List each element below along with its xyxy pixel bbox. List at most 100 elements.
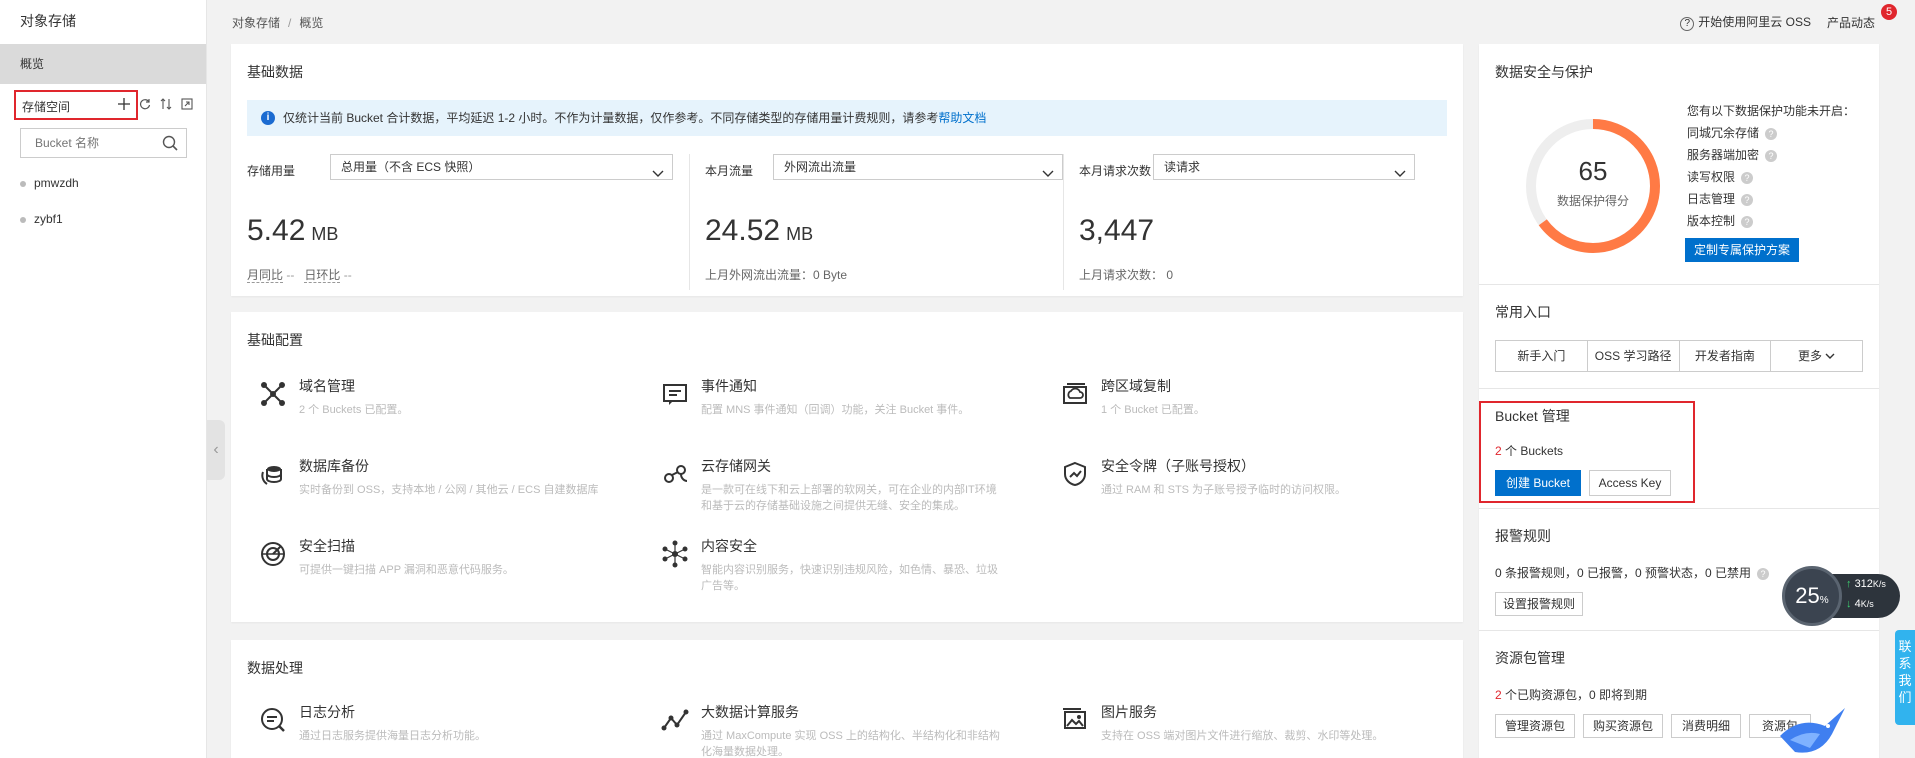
bucket-list-item[interactable]: pmwzdh xyxy=(20,176,79,190)
tab-learning-path[interactable]: OSS 学习路径 xyxy=(1588,341,1680,371)
bird-mascot-icon[interactable] xyxy=(1770,696,1850,758)
data-processing-card: 数据处理 日志分析 通过日志服务提供海量日志分析功能。 大数据计算服务 通过 M… xyxy=(231,640,1463,758)
protection-item[interactable]: 日志管理? xyxy=(1687,188,1855,210)
breadcrumb-current: 概览 xyxy=(299,16,324,30)
common-entry-title: 常用入口 xyxy=(1495,304,1551,320)
stat-value: 24.52 MB xyxy=(705,214,814,247)
help-doc-link[interactable]: 帮助文档 xyxy=(938,111,986,125)
shield-icon xyxy=(1064,461,1086,487)
bucket-toolbar xyxy=(116,96,195,112)
bucket-search-input[interactable] xyxy=(21,129,151,157)
data-processing-title: 数据处理 xyxy=(247,660,303,676)
feature-cross-region-replication[interactable]: 跨区域复制 1 个 Bucket 已配置。 xyxy=(1061,376,1401,436)
molecule-icon xyxy=(662,540,688,568)
protection-item[interactable]: 服务器端加密? xyxy=(1687,144,1855,166)
collapse-sidebar-handle[interactable]: ‹ xyxy=(207,420,225,480)
topbar-actions: ? 开始使用阿里云 OSS 产品动态 xyxy=(1680,13,1875,31)
help-icon: ? xyxy=(1765,127,1778,140)
log-search-icon xyxy=(261,708,285,732)
bucket-management-section: Bucket 管理 2 个 Buckets 创建 Bucket Access K… xyxy=(1479,388,1879,506)
manage-package-button[interactable]: 管理资源包 xyxy=(1495,714,1575,738)
stat-last-month: 上月请求次数： 0 xyxy=(1079,268,1174,282)
access-key-button[interactable]: Access Key xyxy=(1589,470,1671,496)
feature-event-notification[interactable]: 事件通知 配置 MNS 事件通知（回调）功能，关注 Bucket 事件。 xyxy=(661,376,1001,436)
bullet-icon xyxy=(20,216,26,223)
stat-storage: 存储用量 总用量（不含 ECS 快照） 5.42 MB 月同比 -- 日环比 -- xyxy=(231,154,673,290)
protection-list: 您有以下数据保护功能未开启： 同城冗余存储? 服务器端加密? 读写权限? 日志管… xyxy=(1687,100,1855,232)
stat-label: 本月流量 xyxy=(705,164,754,178)
cloud-copy-icon xyxy=(1063,383,1087,404)
product-news-link[interactable]: 产品动态 xyxy=(1827,14,1875,31)
help-link[interactable]: ? 开始使用阿里云 OSS xyxy=(1680,13,1811,31)
help-icon: ? xyxy=(1741,215,1754,228)
radar-icon xyxy=(261,542,285,566)
search-icon[interactable] xyxy=(162,135,178,154)
chevron-down-icon xyxy=(1825,353,1835,359)
image-icon xyxy=(1063,708,1086,729)
stat-last-month: 上月外网流出流量：0 Byte xyxy=(705,268,848,282)
protection-item[interactable]: 读写权限? xyxy=(1687,166,1855,188)
network-speed-widget[interactable]: ↑ 312K/s ↓ 4K/s 25% xyxy=(1782,566,1902,626)
notice-text: 仅统计当前 Bucket 合计数据，平均延迟 1-2 小时。不作为计量数据，仅作… xyxy=(283,111,939,125)
breadcrumb-item[interactable]: 对象存储 xyxy=(232,16,280,30)
set-alarm-button[interactable]: 设置报警规则 xyxy=(1495,592,1583,616)
notice-banner: i 仅统计当前 Bucket 合计数据，平均延迟 1-2 小时。不作为计量数据，… xyxy=(247,100,1447,136)
request-type-select[interactable]: 读请求 xyxy=(1153,154,1415,180)
feature-content-security[interactable]: 内容安全 智能内容识别服务，快速识别违规风险，如色情、暴恐、垃圾广告等。 xyxy=(661,536,1001,596)
add-bucket-icon[interactable] xyxy=(116,96,132,112)
basic-data-title: 基础数据 xyxy=(247,64,303,80)
feature-security-token[interactable]: 安全令牌（子账号授权） 通过 RAM 和 STS 为子账号授予临时的访问权限。 xyxy=(1061,456,1401,516)
storage-type-select[interactable]: 总用量（不含 ECS 快照） xyxy=(330,154,673,180)
sort-icon[interactable] xyxy=(158,96,174,112)
question-icon: ? xyxy=(1680,17,1695,31)
feature-security-scan[interactable]: 安全扫描 可提供一键扫描 APP 漏洞和恶意代码服务。 xyxy=(259,536,599,596)
tab-more[interactable]: 更多 xyxy=(1771,341,1862,371)
consumption-detail-button[interactable]: 消费明细 xyxy=(1671,714,1741,738)
help-icon[interactable]: ? xyxy=(1757,567,1770,580)
chevron-down-icon xyxy=(1394,162,1406,186)
sidebar-item-overview[interactable]: 概览 xyxy=(0,44,206,84)
feature-database-backup[interactable]: 数据库备份 实时备份到 OSS，支持本地 / 公网 / 其他云 / ECS 自建… xyxy=(259,456,599,516)
cpu-usage-circle: 25% xyxy=(1782,566,1842,626)
feature-big-data-compute[interactable]: 大数据计算服务 通过 MaxCompute 实现 OSS 上的结构化、半结构化和… xyxy=(661,702,1001,758)
notification-badge: 5 xyxy=(1881,4,1897,20)
tab-developer-guide[interactable]: 开发者指南 xyxy=(1680,341,1772,371)
expand-icon[interactable] xyxy=(179,96,195,112)
help-icon: ? xyxy=(1741,193,1754,206)
topbar: 对象存储 / 概览 ? 开始使用阿里云 OSS 产品动态 5 xyxy=(207,0,1915,40)
refresh-icon[interactable] xyxy=(137,96,153,112)
traffic-type-select[interactable]: 外网流出流量 xyxy=(773,154,1063,180)
download-arrow-icon: ↓ xyxy=(1846,598,1852,610)
alarm-summary: 0 条报警规则，0 已报警，0 预警状态，0 已禁用? xyxy=(1495,564,1770,581)
network-icon xyxy=(261,382,285,406)
tab-getting-started[interactable]: 新手入门 xyxy=(1496,341,1588,371)
security-title: 数据安全与保护 xyxy=(1495,64,1593,80)
contact-us-tab[interactable]: 联系我们 xyxy=(1895,630,1915,725)
protection-item[interactable]: 版本控制? xyxy=(1687,210,1855,232)
stat-label: 存储用量 xyxy=(247,164,296,178)
bucket-count: 2 个 Buckets xyxy=(1495,444,1564,458)
feature-image-service[interactable]: 图片服务 支持在 OSS 端对图片文件进行缩放、裁剪、水印等处理。 xyxy=(1061,702,1401,758)
sidebar: 对象存储 概览 存储空间 pmwzdh zybf1 xyxy=(0,0,207,758)
feature-log-analysis[interactable]: 日志分析 通过日志服务提供海量日志分析功能。 xyxy=(259,702,599,758)
stat-label: 本月请求次数 xyxy=(1079,164,1152,178)
score-label: 数据保护得分 xyxy=(1556,194,1629,208)
bucket-list-item[interactable]: zybf1 xyxy=(20,212,63,226)
help-icon: ? xyxy=(1765,149,1778,162)
stat-traffic: 本月流量 外网流出流量 24.52 MB 上月外网流出流量：0 Byte xyxy=(689,154,1079,290)
bucket-search[interactable] xyxy=(20,128,187,158)
custom-protection-button[interactable]: 定制专属保护方案 xyxy=(1685,238,1799,262)
buy-package-button[interactable]: 购买资源包 xyxy=(1583,714,1663,738)
common-entry-tabs: 新手入门 OSS 学习路径 开发者指南 更多 xyxy=(1495,340,1863,372)
info-icon: i xyxy=(261,111,275,125)
feature-cloud-storage-gateway[interactable]: 云存储网关 是一款可在线下和云上部署的软网关，可在企业的内部IT环境和基于云的存… xyxy=(661,456,1001,516)
alarm-rules-title: 报警规则 xyxy=(1495,528,1551,544)
database-backup-icon xyxy=(261,466,282,485)
resource-package-summary: 2 个已购资源包，0 即将到期 xyxy=(1495,688,1648,702)
feature-domain-management[interactable]: 域名管理 2 个 Buckets 已配置。 xyxy=(259,376,599,436)
stat-comparison: 月同比 -- 日环比 -- xyxy=(247,268,352,283)
bucket-section-label: 存储空间 xyxy=(22,100,71,114)
protection-intro: 您有以下数据保护功能未开启： xyxy=(1687,104,1856,118)
protection-item[interactable]: 同城冗余存储? xyxy=(1687,122,1855,144)
create-bucket-button[interactable]: 创建 Bucket xyxy=(1495,470,1581,496)
